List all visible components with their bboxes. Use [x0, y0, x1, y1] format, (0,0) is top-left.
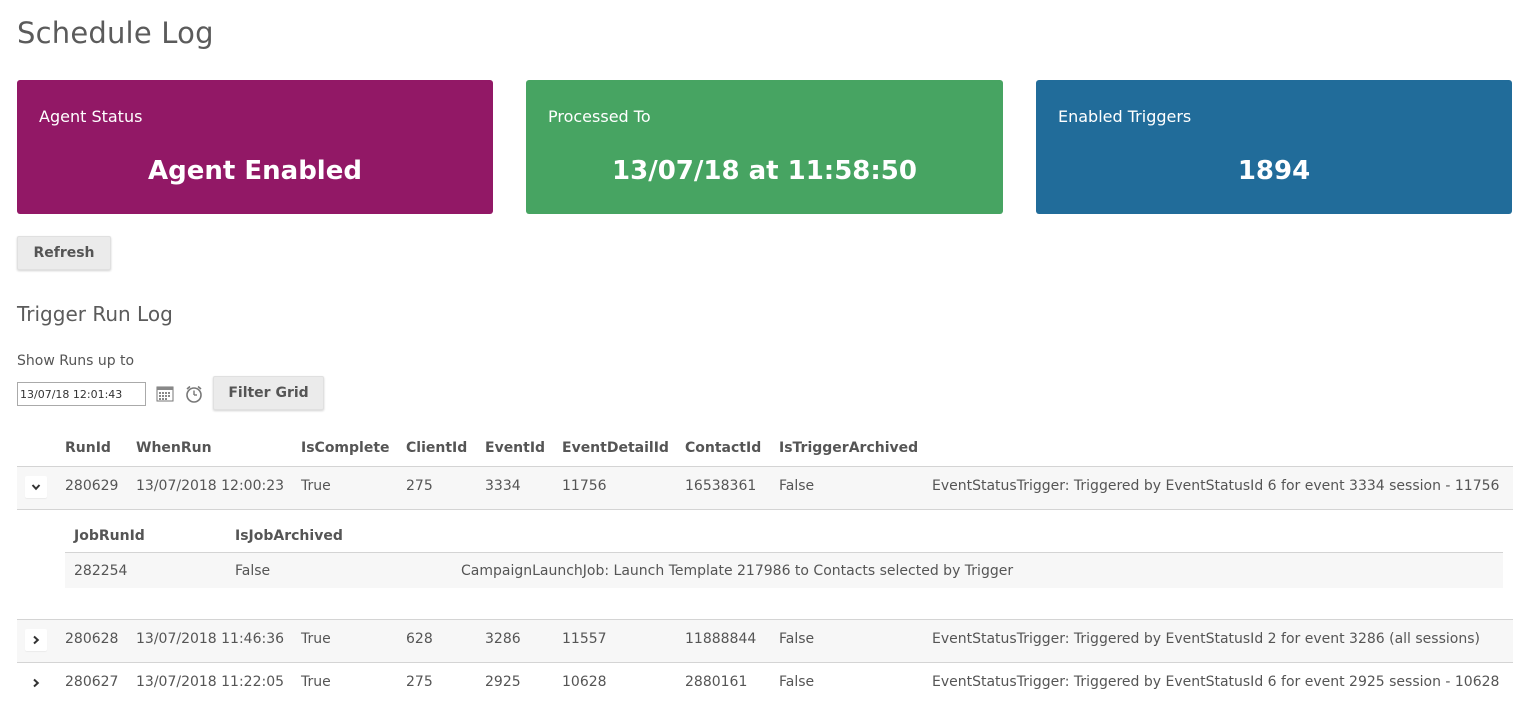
cell-whenrun: 13/07/2018 11:22:05: [136, 674, 285, 690]
column-header-eventdetailid[interactable]: EventDetailId: [562, 440, 669, 456]
cell-iscomplete: True: [301, 674, 331, 690]
filter-grid-button[interactable]: Filter Grid: [213, 376, 324, 410]
refresh-button[interactable]: Refresh: [17, 236, 111, 270]
cell-runid: 280628: [65, 631, 119, 647]
column-header-contactid[interactable]: ContactId: [685, 440, 761, 456]
column-header-iscomplete[interactable]: IsComplete: [301, 440, 390, 456]
cell-istriggerarchived: False: [779, 478, 815, 494]
processed-to-card: Processed To 13/07/18 at 11:58:50: [526, 80, 1003, 214]
expand-row-button[interactable]: [25, 629, 47, 651]
cell-eventdetailid: 11557: [562, 631, 607, 647]
cell-description: EventStatusTrigger: Triggered by EventSt…: [932, 631, 1480, 647]
subgrid-row[interactable]: 282254 False CampaignLaunchJob: Launch T…: [65, 553, 1503, 588]
cell-clientid: 275: [406, 674, 433, 690]
cell-eventdetailid: 10628: [562, 674, 607, 690]
trigger-run-grid: RunId WhenRun IsComplete ClientId EventI…: [17, 430, 1513, 705]
calendar-icon[interactable]: [155, 384, 175, 404]
agent-status-value: Agent Enabled: [148, 156, 362, 186]
cell-jobrunid: 282254: [74, 563, 128, 579]
column-header-isjobarchived[interactable]: IsJobArchived: [235, 528, 343, 544]
enabled-triggers-card: Enabled Triggers 1894: [1036, 80, 1512, 214]
cell-istriggerarchived: False: [779, 674, 815, 690]
column-header-clientid[interactable]: ClientId: [406, 440, 467, 456]
cell-contactid: 2880161: [685, 674, 748, 690]
column-header-runid[interactable]: RunId: [65, 440, 111, 456]
expand-row-button[interactable]: [25, 672, 47, 694]
chevron-right-icon: [33, 678, 40, 688]
show-runs-label: Show Runs up to: [17, 353, 135, 369]
clock-icon[interactable]: [184, 384, 204, 404]
row-detail: JobRunId IsJobArchived 282254 False Camp…: [17, 510, 1513, 620]
cell-contactid: 11888844: [685, 631, 757, 647]
cell-description: EventStatusTrigger: Triggered by EventSt…: [932, 478, 1500, 494]
cell-description: EventStatusTrigger: Triggered by EventSt…: [932, 674, 1500, 690]
processed-to-value: 13/07/18 at 11:58:50: [612, 156, 917, 186]
processed-to-label: Processed To: [548, 107, 651, 126]
chevron-down-icon: [31, 484, 41, 491]
cell-clientid: 275: [406, 478, 433, 494]
cell-eventid: 3334: [485, 478, 521, 494]
cell-iscomplete: True: [301, 478, 331, 494]
cell-eventid: 2925: [485, 674, 521, 690]
subgrid-header: JobRunId IsJobArchived: [65, 520, 1503, 553]
cell-job-description: CampaignLaunchJob: Launch Template 21798…: [461, 563, 1014, 579]
cell-eventdetailid: 11756: [562, 478, 607, 494]
trigger-run-log-title: Trigger Run Log: [17, 302, 173, 326]
column-header-whenrun[interactable]: WhenRun: [136, 440, 212, 456]
agent-status-label: Agent Status: [39, 107, 143, 126]
cell-eventid: 3286: [485, 631, 521, 647]
grid-header: RunId WhenRun IsComplete ClientId EventI…: [17, 430, 1513, 467]
show-runs-date-input[interactable]: [17, 382, 146, 406]
cell-istriggerarchived: False: [779, 631, 815, 647]
cell-contactid: 16538361: [685, 478, 757, 494]
column-header-jobrunid[interactable]: JobRunId: [74, 528, 145, 544]
table-row[interactable]: 280629 13/07/2018 12:00:23 True 275 3334…: [17, 467, 1513, 510]
cell-whenrun: 13/07/2018 11:46:36: [136, 631, 285, 647]
enabled-triggers-label: Enabled Triggers: [1058, 107, 1192, 126]
cell-isjobarchived: False: [235, 563, 271, 579]
agent-status-card: Agent Status Agent Enabled: [17, 80, 493, 214]
collapse-row-button[interactable]: [25, 476, 47, 498]
schedule-log-page: Schedule Log Agent Status Agent Enabled …: [0, 0, 1526, 705]
table-row[interactable]: 280628 13/07/2018 11:46:36 True 628 3286…: [17, 620, 1513, 663]
cell-runid: 280629: [65, 478, 119, 494]
cell-clientid: 628: [406, 631, 433, 647]
table-row[interactable]: 280627 13/07/2018 11:22:05 True 275 2925…: [17, 663, 1513, 705]
enabled-triggers-value: 1894: [1237, 156, 1311, 186]
column-header-istriggerarchived[interactable]: IsTriggerArchived: [779, 440, 918, 456]
job-run-subgrid: JobRunId IsJobArchived 282254 False Camp…: [65, 520, 1503, 588]
chevron-right-icon: [33, 635, 40, 645]
page-title: Schedule Log: [17, 16, 214, 50]
cell-whenrun: 13/07/2018 12:00:23: [136, 478, 285, 494]
cell-runid: 280627: [65, 674, 119, 690]
column-header-eventid[interactable]: EventId: [485, 440, 545, 456]
cell-iscomplete: True: [301, 631, 331, 647]
